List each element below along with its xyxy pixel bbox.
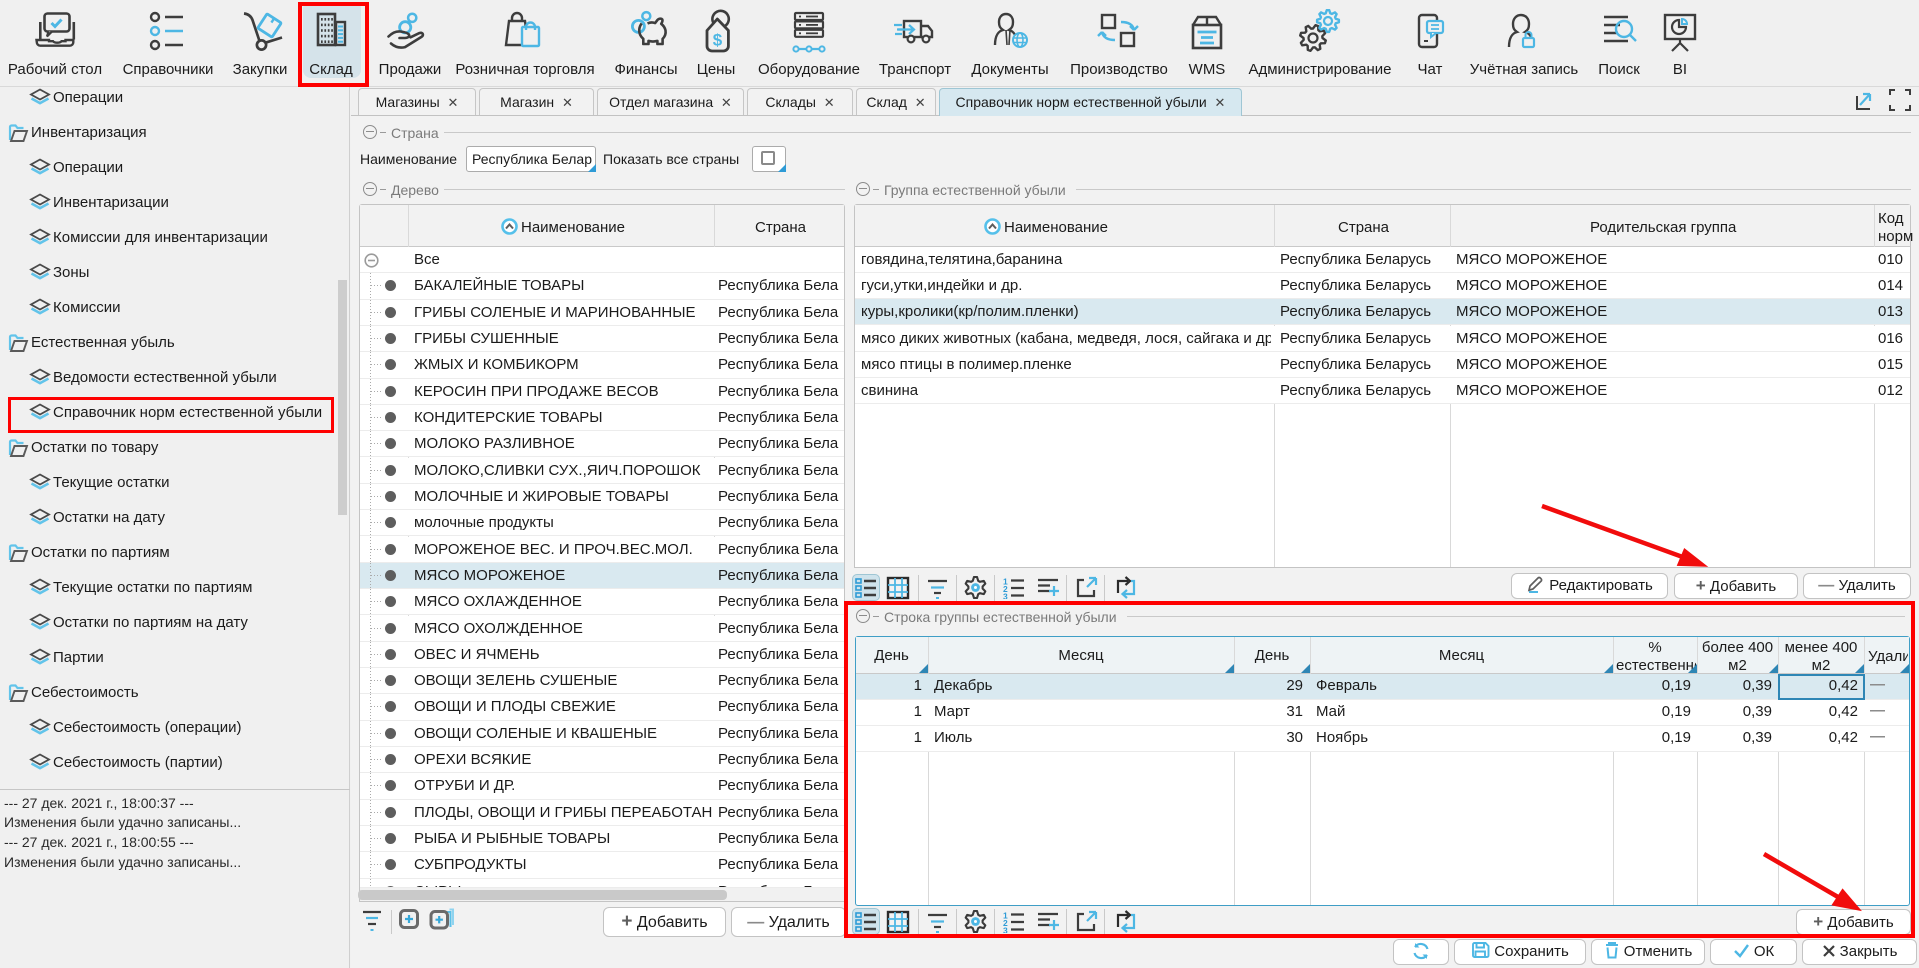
svg-text:3: 3: [1003, 592, 1008, 600]
svg-text:$: $: [713, 31, 723, 50]
